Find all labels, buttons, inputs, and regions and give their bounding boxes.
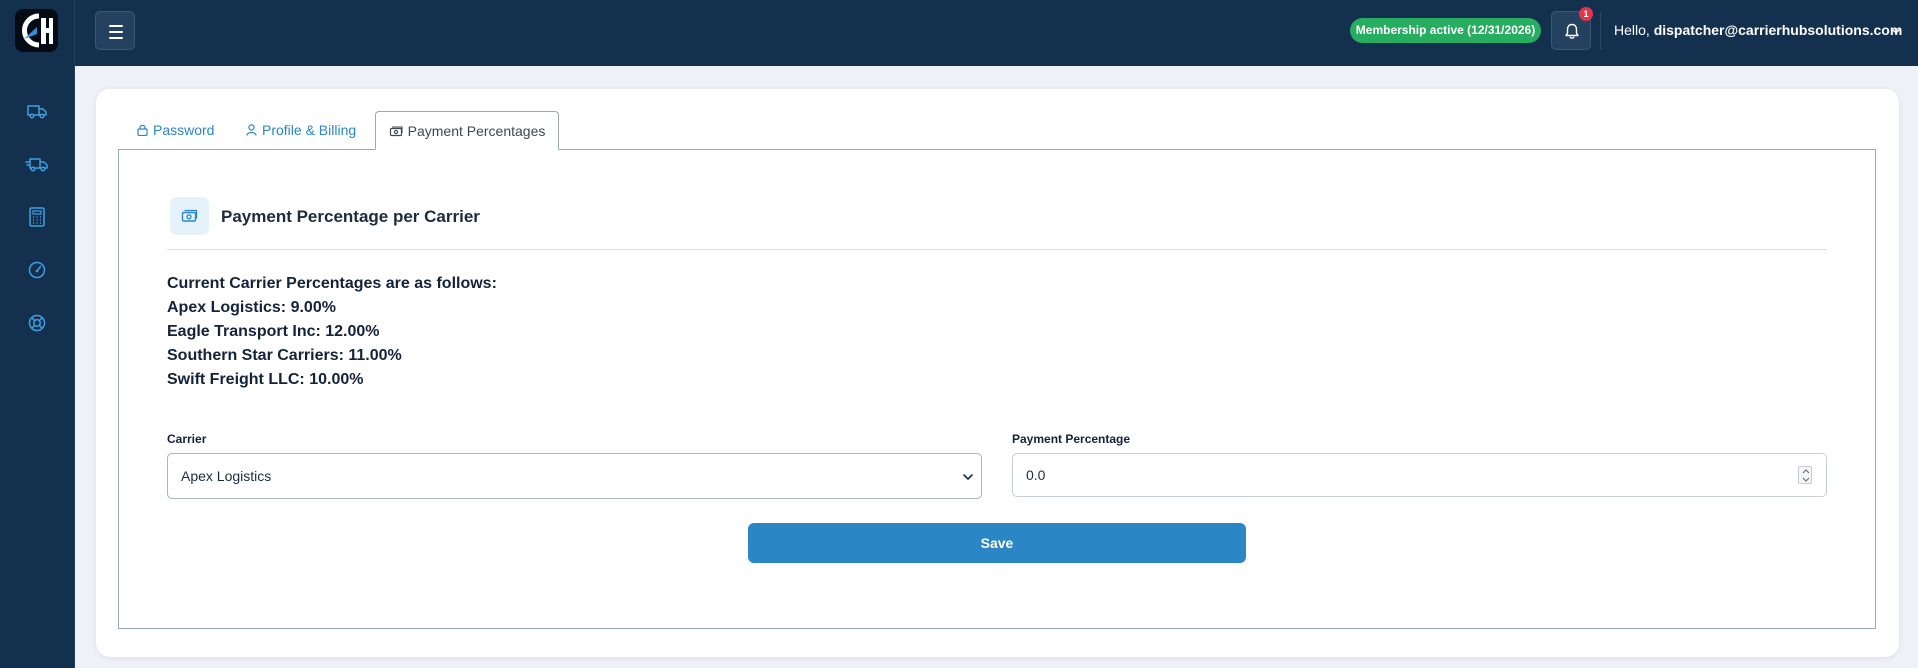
section-title: Payment Percentage per Carrier	[221, 207, 480, 226]
chevron-down-icon	[1891, 28, 1901, 34]
truck-icon[interactable]	[25, 99, 49, 123]
spin-down-icon[interactable]	[1802, 477, 1810, 482]
truck-fast-icon[interactable]	[25, 152, 49, 176]
hamburger-icon-line	[109, 31, 123, 33]
section-divider	[167, 249, 1827, 250]
spin-up-icon[interactable]	[1802, 469, 1810, 474]
tab-profile-billing[interactable]: Profile & Billing	[246, 111, 356, 150]
tab-label: Payment Percentages	[407, 123, 546, 139]
tab-label: Password	[153, 122, 215, 138]
lock-icon	[137, 124, 148, 136]
carrier-percentage-line: Southern Star Carriers: 11.00%	[167, 347, 402, 364]
carrier-select[interactable]: Apex Logistics	[167, 453, 982, 499]
header-divider	[1600, 12, 1601, 50]
carrier-selected-value: Apex Logistics	[181, 468, 272, 484]
payment-percentage-value: 0.0	[1026, 467, 1046, 483]
carrier-percentage-line: Eagle Transport Inc: 12.00%	[167, 323, 380, 340]
hamburger-icon-line	[109, 37, 123, 39]
user-menu[interactable]: Hello, dispatcher@carrierhubsolutions.co…	[1614, 22, 1902, 42]
tab-password[interactable]: Password	[137, 111, 214, 150]
user-icon	[246, 124, 257, 136]
carrier-percentage-line: Apex Logistics: 9.00%	[167, 299, 336, 316]
tab-label: Profile & Billing	[262, 122, 357, 138]
calculator-icon[interactable]	[25, 205, 49, 229]
logo-container	[0, 0, 75, 66]
tab-payment-percentages[interactable]: Payment Percentages	[375, 111, 559, 150]
notification-count-badge: 1	[1579, 7, 1593, 21]
hamburger-icon	[109, 25, 123, 27]
user-email: dispatcher@carrierhubsolutions.com	[1653, 22, 1903, 38]
bell-icon	[1565, 23, 1579, 39]
lifebuoy-icon[interactable]	[25, 311, 49, 335]
number-spinner[interactable]	[1798, 466, 1812, 484]
money-icon	[389, 126, 403, 137]
save-button[interactable]: Save	[748, 523, 1246, 563]
payment-percentage-label: Payment Percentage	[1012, 432, 1131, 446]
current-percentages-heading: Current Carrier Percentages are as follo…	[167, 275, 497, 292]
chevron-down-icon	[963, 474, 973, 480]
carrier-label: Carrier	[167, 432, 207, 446]
carrier-percentage-line: Swift Freight LLC: 10.00%	[167, 371, 364, 388]
hamburger-menu-button[interactable]	[95, 11, 135, 50]
membership-status-badge: Membership active (12/31/2026)	[1350, 18, 1541, 43]
payment-percentage-input[interactable]: 0.0	[1012, 453, 1827, 497]
money-icon	[170, 197, 209, 235]
greeting-text: Hello,	[1614, 22, 1650, 38]
gauge-icon[interactable]	[25, 258, 49, 282]
app-logo[interactable]	[15, 9, 58, 52]
